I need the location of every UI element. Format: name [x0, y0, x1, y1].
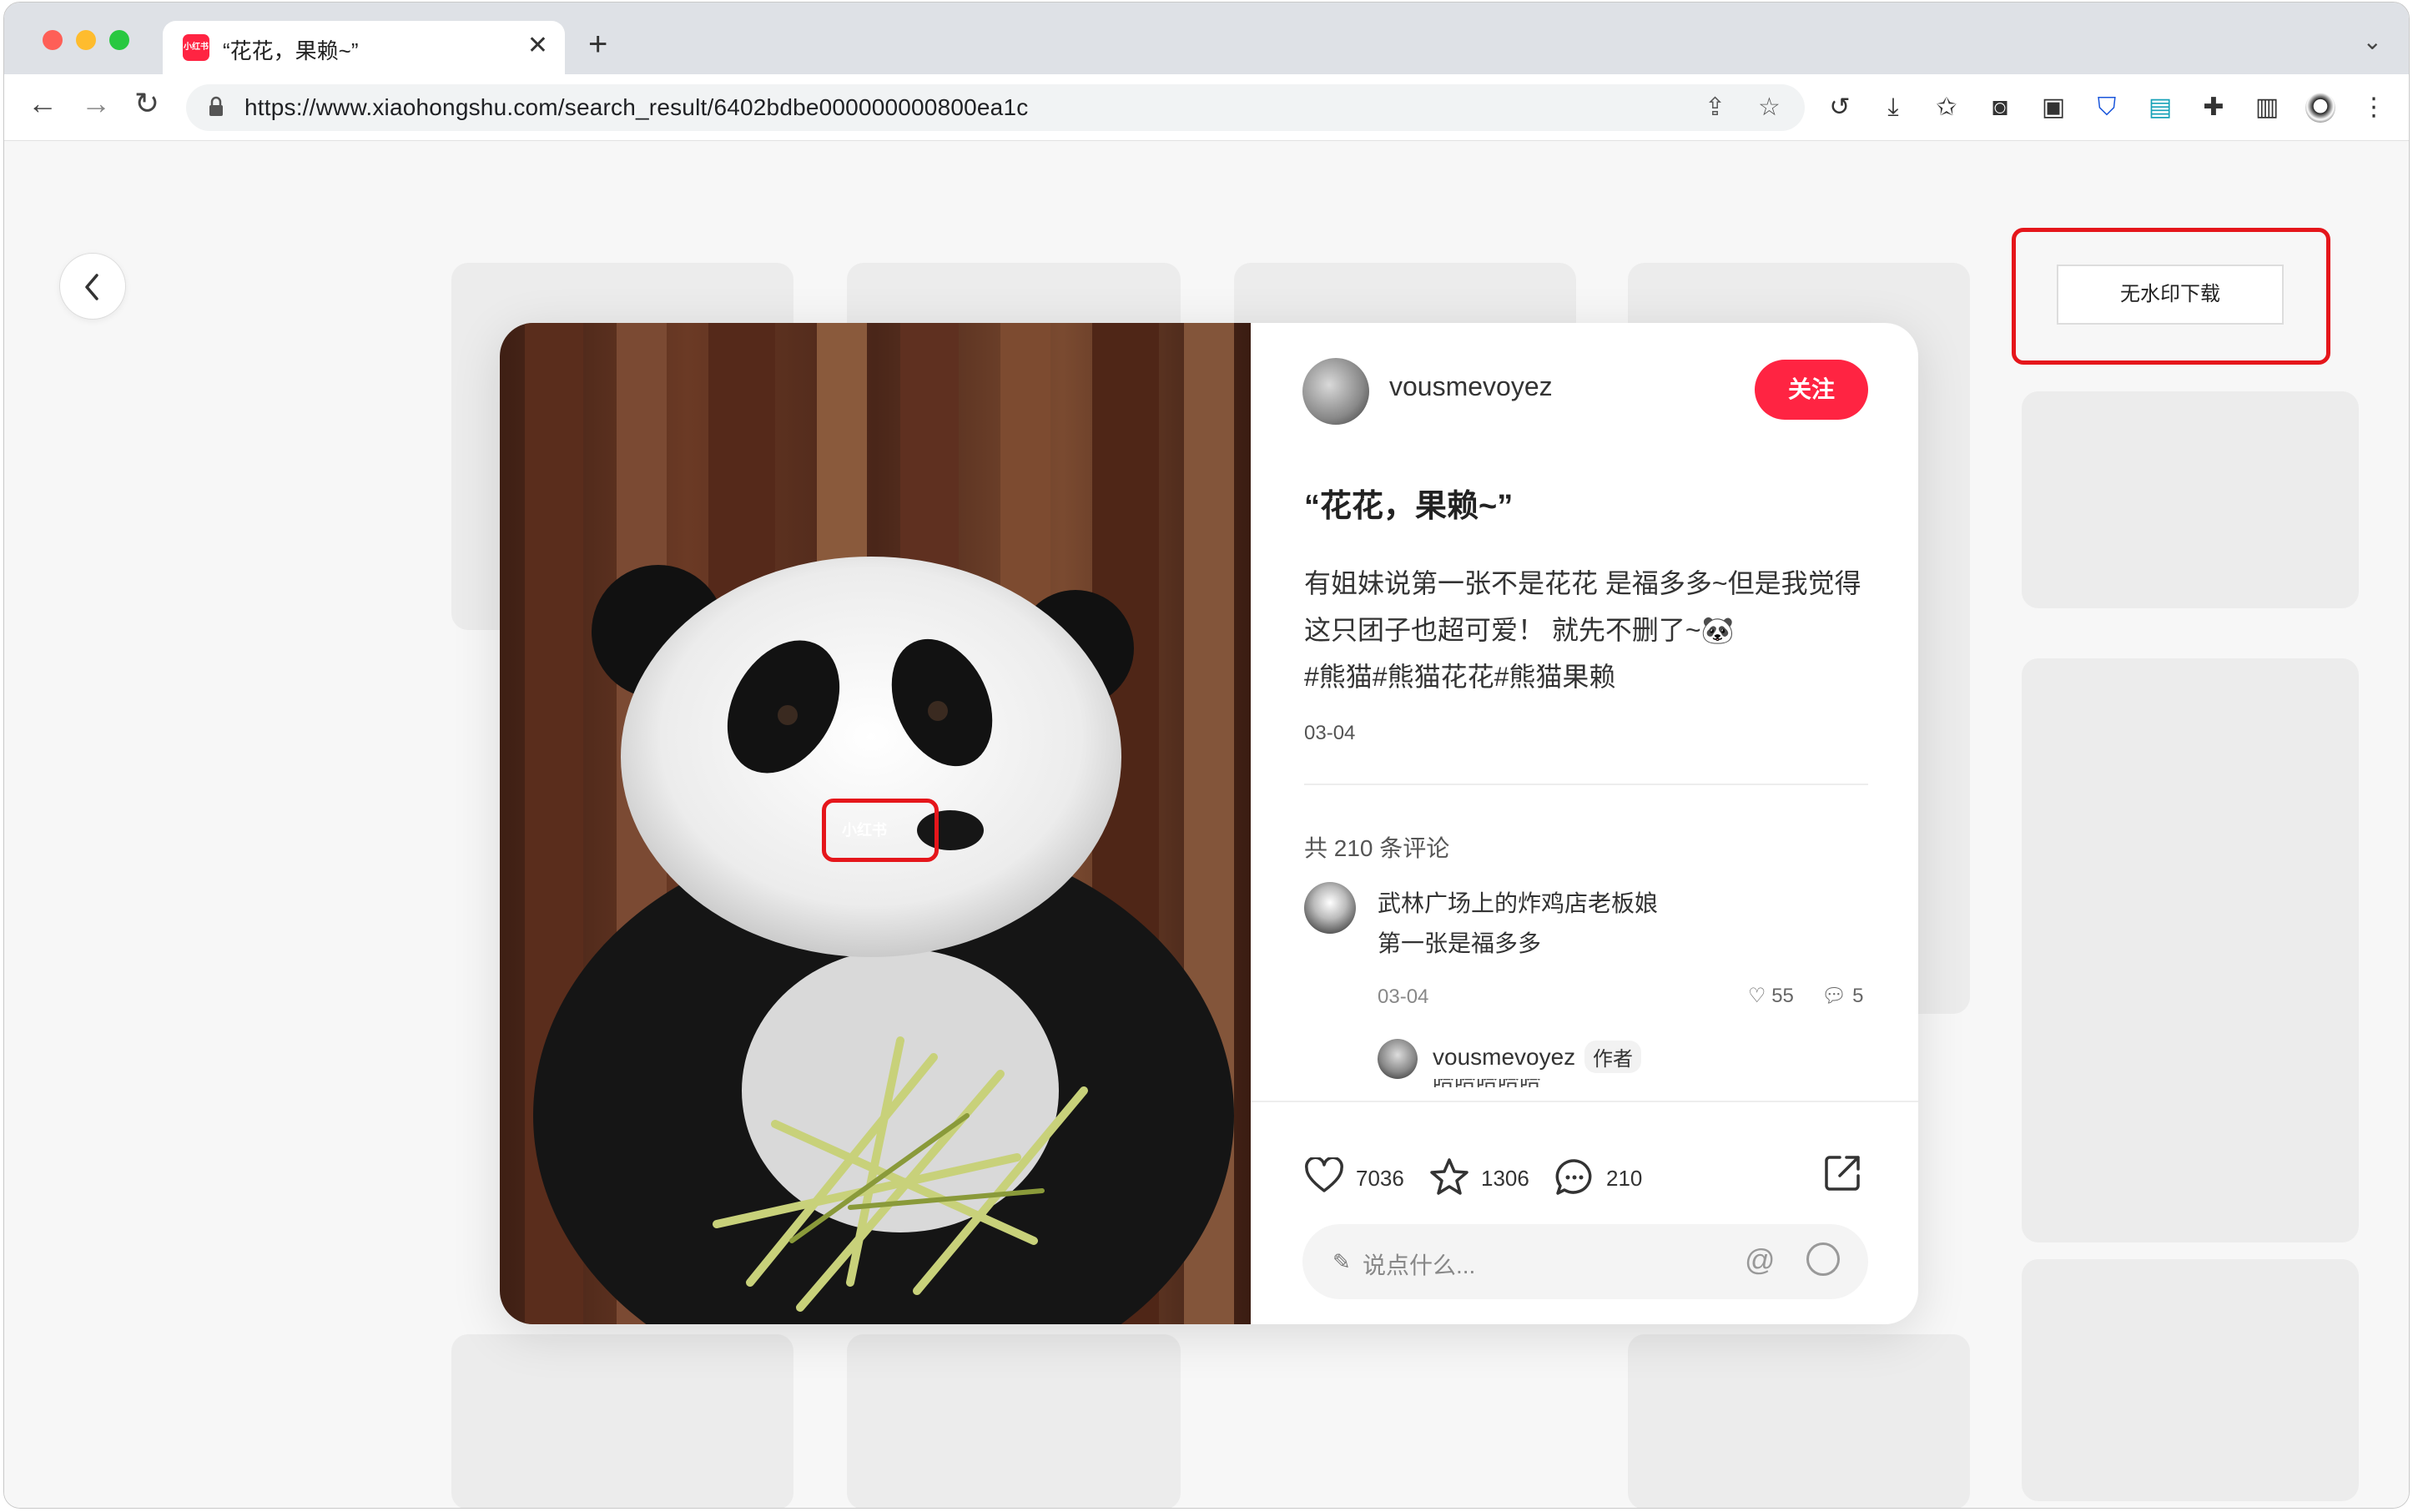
page-content: 无水印下载 小红书 vousmevoyez 关注 “花花，果赖~” 有姐妹说第一…: [4, 141, 2409, 1508]
tab-close-icon[interactable]: ✕: [527, 31, 548, 60]
note-hashtags[interactable]: #熊猫#熊猫花花#熊猫果赖: [1304, 653, 1871, 700]
collect-count: 1306: [1481, 1166, 1529, 1191]
reload-icon[interactable]: ↻: [134, 86, 159, 121]
lock-icon: [209, 96, 223, 116]
panda-photo[interactable]: 小红书: [500, 323, 1251, 1324]
author-avatar[interactable]: [1302, 358, 1369, 425]
author-name[interactable]: vousmevoyez: [1389, 371, 1553, 402]
mention-at-icon[interactable]: @: [1745, 1242, 1776, 1278]
extension-black-square-icon[interactable]: ▣: [2038, 93, 2068, 123]
author-badge: 作者: [1584, 1041, 1641, 1073]
bookmark-star-icon[interactable]: ☆: [1758, 93, 1781, 122]
url-text[interactable]: https://www.xiaohongshu.com/search_resul…: [244, 94, 1028, 121]
download-icon[interactable]: ⤓: [1878, 93, 1908, 123]
reply-preview-text: 哈哈哈哈哈: [1433, 1079, 1566, 1087]
reply-author-name[interactable]: vousmevoyez: [1433, 1044, 1575, 1071]
comments-count: 共 210 条评论: [1304, 835, 1450, 861]
tab-bar: 小红书 “花花，果赖~” ✕ + ⌄: [4, 3, 2409, 76]
comment-date: 03-04: [1378, 985, 1429, 1008]
divider: [1304, 784, 1868, 785]
tab-search-chevron-icon[interactable]: ⌄: [2363, 28, 2382, 55]
heart-icon: [1305, 1157, 1343, 1192]
feed-card: [451, 1334, 793, 1508]
comment-placeholder: 说点什么...: [1363, 1252, 1476, 1278]
reply-preview-clipped: 哈哈哈哈哈: [1433, 1079, 1566, 1087]
like-button[interactable]: 7036: [1304, 1157, 1421, 1197]
address-bar[interactable]: https://www.xiaohongshu.com/search_resul…: [186, 84, 1805, 131]
note-date: 03-04: [1304, 722, 1356, 744]
feed-card: [2022, 391, 2359, 608]
comment-input[interactable]: ✎ 说点什么... @: [1302, 1224, 1868, 1299]
commenter-name[interactable]: 武林广场上的炸鸡店老板娘: [1378, 885, 1658, 919]
comment-reply-count: 5: [1852, 985, 1864, 1007]
reply-author-avatar[interactable]: [1378, 1039, 1418, 1079]
note-title: “花花，果赖~”: [1304, 489, 1514, 524]
comment-like-button[interactable]: ♡ 55: [1748, 984, 1794, 1008]
commenter-avatar[interactable]: [1304, 882, 1356, 934]
share-icon: [1825, 1156, 1860, 1191]
side-panel-icon[interactable]: ▥: [2252, 93, 2282, 123]
back-arrow-icon[interactable]: ←: [28, 86, 58, 121]
collect-button[interactable]: 1306: [1429, 1157, 1546, 1197]
note-info-panel: vousmevoyez 关注 “花花，果赖~” 有姐妹说第一张不是花花 是福多多…: [1251, 323, 1918, 1324]
browser-window: 小红书 “花花，果赖~” ✕ + ⌄ ← → ↻ https://www.xia…: [3, 2, 2410, 1509]
comment-button[interactable]: 210: [1554, 1157, 1671, 1197]
speech-bubble-icon: 💬︎: [1821, 985, 1847, 1007]
xiaohongshu-favicon-icon: 小红书: [183, 34, 209, 61]
comment-text: 第一张是福多多: [1378, 930, 1542, 956]
comment-count: 210: [1606, 1166, 1643, 1191]
profile-avatar[interactable]: [2305, 93, 2335, 123]
like-count: 7036: [1356, 1166, 1404, 1191]
pencil-icon: ✎: [1332, 1249, 1351, 1274]
divider: [1251, 1101, 1918, 1102]
note-detail-modal: 小红书 vousmevoyez 关注 “花花，果赖~” 有姐妹说第一张不是花花 …: [500, 323, 1918, 1324]
more-menu-icon[interactable]: ⋮: [2359, 93, 2389, 123]
save-disk-icon[interactable]: ▤: [2145, 93, 2175, 123]
feed-card: [847, 1334, 1181, 1508]
forward-arrow-icon[interactable]: →: [81, 86, 111, 121]
tab-title: “花花，果赖~”: [223, 38, 359, 63]
new-tab-icon[interactable]: +: [588, 26, 607, 63]
bitwarden-shield-icon[interactable]: ⛉: [2092, 93, 2122, 123]
minimize-window-button[interactable]: [76, 30, 96, 50]
close-window-button[interactable]: [43, 30, 63, 50]
comment-reply-button[interactable]: 💬︎ 5: [1821, 984, 1864, 1008]
comment-like-count: 55: [1771, 985, 1794, 1007]
feed-card: [2022, 658, 2359, 1242]
close-note-button[interactable]: [59, 253, 126, 320]
chevron-left-icon: [85, 274, 98, 300]
note-body: 有姐妹说第一张不是花花 是福多多~但是我觉得 这只团子也超可爱！ 就先不删了~🐼…: [1304, 560, 1871, 700]
feed-card: [1628, 1334, 1970, 1508]
extension-glasses-icon[interactable]: ◙: [1985, 93, 2015, 123]
no-watermark-download-button[interactable]: 无水印下载: [2057, 265, 2284, 325]
browser-toolbar: ← → ↻ https://www.xiaohongshu.com/search…: [4, 74, 2409, 141]
emoji-icon[interactable]: [1806, 1242, 1840, 1276]
browser-tab[interactable]: 小红书 “花花，果赖~” ✕: [163, 21, 565, 76]
share-page-icon[interactable]: ⇪: [1705, 93, 1725, 122]
maximize-window-button[interactable]: [109, 30, 129, 50]
share-button[interactable]: [1821, 1152, 1863, 1198]
note-body-line: 这只团子也超可爱！ 就先不删了~🐼: [1304, 615, 1735, 645]
feed-card: [2022, 1259, 2359, 1501]
extension-swirl-icon[interactable]: ↺: [1825, 93, 1855, 123]
extensions-puzzle-icon[interactable]: ✚: [2199, 93, 2229, 123]
comment-bubble-icon: [1555, 1159, 1592, 1195]
image-watermark: 小红书: [842, 822, 887, 839]
note-body-line: 有姐妹说第一张不是花花 是福多多~但是我觉得: [1304, 568, 1861, 598]
reading-list-star-icon[interactable]: ✩: [1932, 93, 1962, 123]
heart-icon: ♡: [1748, 985, 1766, 1007]
follow-button[interactable]: 关注: [1755, 360, 1868, 420]
star-icon: [1430, 1158, 1468, 1195]
